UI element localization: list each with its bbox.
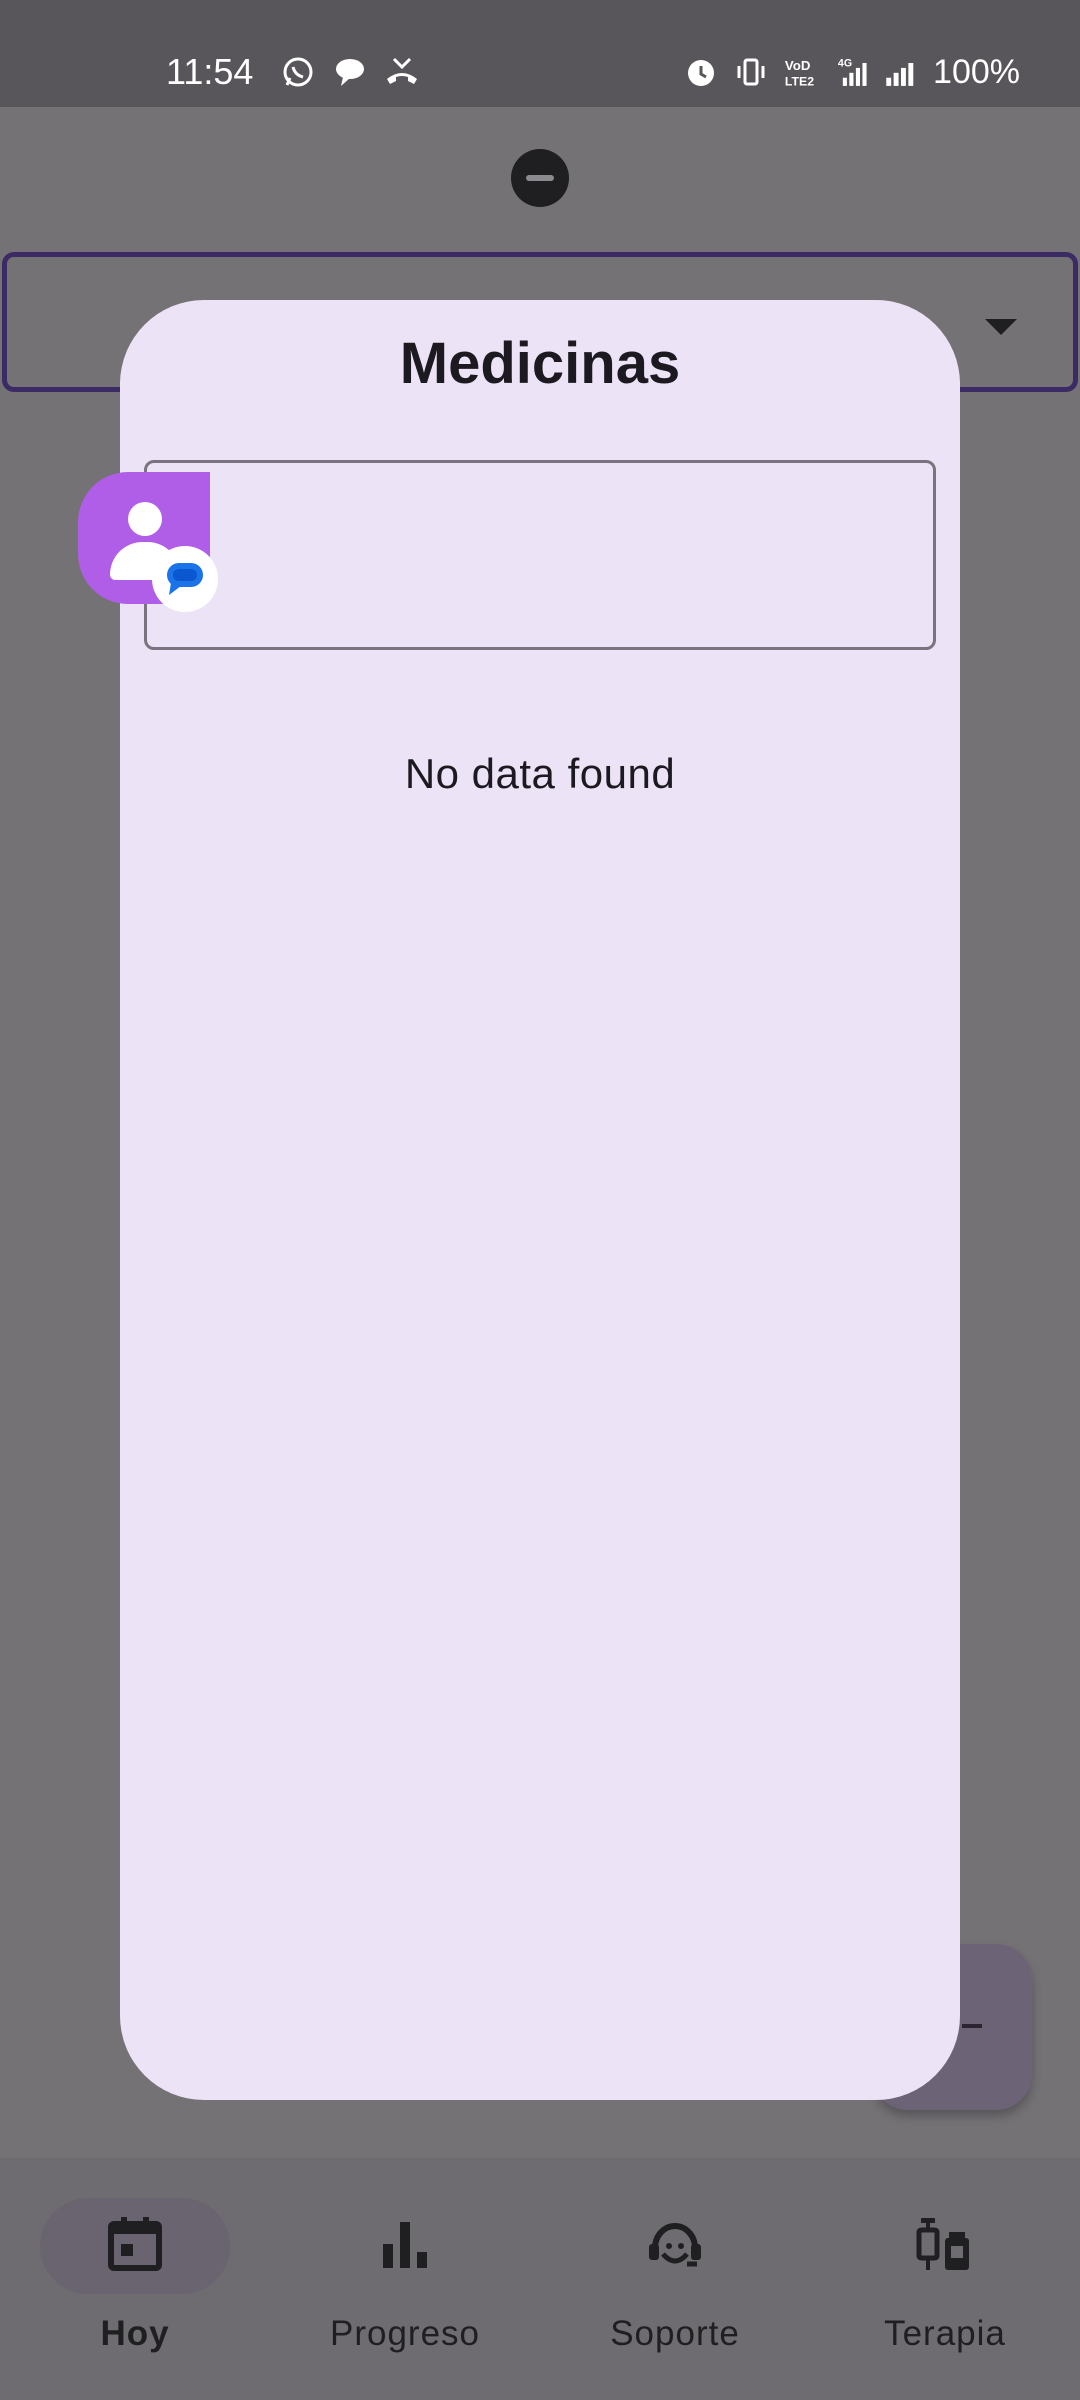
nav-label-hoy: Hoy [100, 2314, 170, 2353]
empty-state-message: No data found [404, 750, 676, 797]
status-bar: 11:54 VoD LTE2 4G 100% [0, 0, 1080, 107]
nav-item-progreso[interactable]: Progreso [270, 2198, 540, 2378]
nav-icon-wrap [310, 2198, 500, 2294]
medicine-search-input[interactable] [144, 460, 936, 650]
nav-label-progreso: Progreso [329, 2314, 481, 2353]
messages-icon [163, 555, 207, 604]
bottom-navigation: Hoy Progreso Soporte Terapia [0, 2158, 1080, 2400]
calendar-icon [105, 2214, 165, 2279]
svg-text:LTE2: LTE2 [785, 74, 814, 88]
alarm-icon [683, 52, 719, 92]
status-left-icons [280, 52, 420, 92]
whatsapp-icon [280, 52, 316, 92]
medicine-dialog: Medicinas No data found [120, 300, 960, 2100]
nav-item-terapia[interactable]: Terapia [810, 2198, 1080, 2378]
dialog-title: Medicinas [399, 331, 681, 396]
nav-item-hoy[interactable]: Hoy [0, 2198, 270, 2378]
svg-text:4G: 4G [838, 57, 852, 69]
status-time: 11:54 [166, 51, 254, 92]
nav-icon-wrap [850, 2198, 1040, 2294]
person-icon [128, 502, 162, 536]
volte-icon: VoD LTE2 [783, 52, 819, 92]
nav-indicator [40, 2198, 230, 2294]
battery-percent: 100% [933, 53, 1020, 91]
chat-bubble-icon [332, 52, 368, 92]
dropdown-arrow-icon [985, 319, 1017, 335]
signal-icon [883, 52, 919, 92]
svg-text:VoD: VoD [785, 58, 811, 73]
remove-button[interactable] [511, 149, 569, 207]
status-right-icons: VoD LTE2 4G 100% [683, 48, 1020, 96]
missed-call-icon [384, 52, 420, 92]
nav-icon-wrap [580, 2198, 770, 2294]
messages-badge [152, 546, 218, 612]
syringe-vial-icon [913, 2214, 977, 2279]
4g-signal-icon: 4G [833, 52, 869, 92]
support-agent-icon [643, 2214, 707, 2279]
minus-icon [526, 175, 554, 181]
vibrate-icon [733, 52, 769, 92]
bar-chart-icon [375, 2214, 435, 2279]
nav-label-soporte: Soporte [610, 2314, 740, 2353]
nav-label-terapia: Terapia [884, 2314, 1006, 2353]
nav-item-soporte[interactable]: Soporte [540, 2198, 810, 2378]
plus-icon [962, 2024, 982, 2028]
